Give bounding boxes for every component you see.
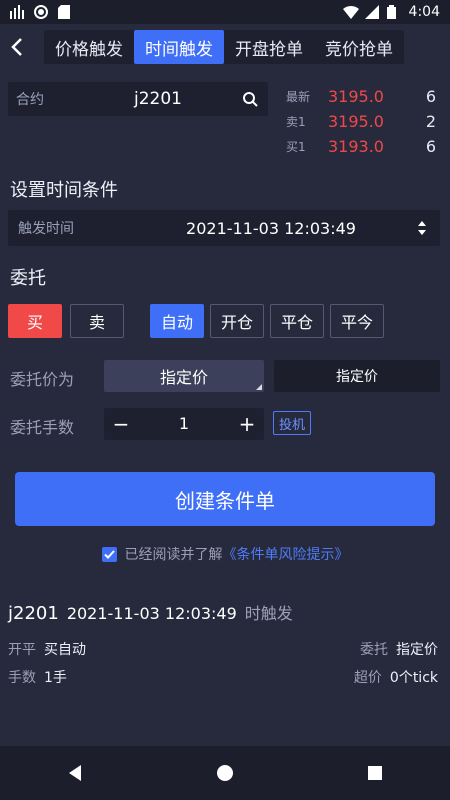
summary-lots: 手数 1手 [8, 667, 67, 687]
quote-price: 3195.0 [328, 112, 384, 131]
tab-price-trigger[interactable]: 价格触发 [44, 30, 134, 64]
plus-button[interactable]: + [230, 408, 264, 440]
quote-label: 最新 [286, 90, 311, 104]
summary-title: j2201 2021-11-03 12:03:49 时触发 [8, 600, 293, 624]
create-condition-order-button[interactable]: 创建条件单 [15, 472, 435, 526]
trigger-tabs: 价格触发 时间触发 开盘抢单 竞价抢单 [44, 30, 404, 64]
battery-icon [386, 5, 401, 19]
quote-price: 3195.0 [328, 87, 384, 106]
wifi-icon [342, 5, 359, 20]
status-time: 4:04 [408, 4, 440, 20]
order-title: 委托 [10, 268, 46, 289]
price-type-select[interactable]: 指定价 [104, 360, 264, 392]
summary-value: 指定价 [396, 642, 438, 658]
recents-square-icon[interactable] [355, 753, 395, 793]
summary-time: 2021-11-03 12:03:49 [66, 604, 237, 623]
sort-updown-icon[interactable] [414, 218, 430, 238]
agreement-checkbox[interactable] [101, 546, 117, 562]
quote-label: 买1 [286, 140, 306, 154]
summary-contract: j2201 [8, 603, 59, 624]
quote-panel: 最新 3195.0 6 卖1 3195.0 2 买1 3193.0 6 [286, 84, 436, 159]
quote-row-ask1: 卖1 3195.0 2 [286, 109, 436, 134]
summary-key: 委托 [360, 642, 388, 658]
summary-open-close: 开平 买自动 [8, 639, 86, 659]
tab-time-trigger[interactable]: 时间触发 [134, 30, 224, 64]
quantity-stepper: − 1 + [104, 408, 264, 440]
contract-input[interactable]: 合约 j2201 [8, 82, 268, 116]
back-arrow-icon[interactable] [0, 24, 34, 70]
risk-notice-link[interactable]: 《条件单风险提示》 [223, 544, 349, 564]
quote-qty: 6 [425, 87, 436, 106]
order-buttons: 买 卖 自动 开仓 平仓 平今 [8, 304, 384, 338]
price-type-label: 委托价为 [10, 370, 75, 389]
buy-button[interactable]: 买 [8, 304, 62, 338]
signal-bars-icon [10, 5, 24, 19]
quote-price: 3193.0 [328, 137, 384, 156]
nav-bar: 价格触发 时间触发 开盘抢单 竞价抢单 [0, 24, 450, 70]
sd-card-icon [58, 5, 72, 19]
summary-value: 1手 [44, 670, 67, 686]
summary-value: 买自动 [44, 642, 86, 658]
trigger-time-label: 触发时间 [18, 221, 74, 237]
sell-button[interactable]: 卖 [70, 304, 124, 338]
back-triangle-icon[interactable] [55, 753, 95, 793]
status-bar: 4:04 [0, 0, 450, 24]
quote-row-bid1: 买1 3193.0 6 [286, 134, 436, 159]
quote-qty: 6 [425, 137, 436, 156]
contract-label: 合约 [16, 92, 44, 108]
trigger-time-value: 2021-11-03 12:03:49 [186, 218, 356, 238]
home-circle-icon[interactable] [205, 753, 245, 793]
summary-key: 手数 [8, 670, 36, 686]
agreement-row: 已经阅读并了解 《条件单风险提示》 [0, 544, 450, 564]
tab-bid-grab[interactable]: 竞价抢单 [314, 30, 404, 64]
trigger-time-picker[interactable]: 触发时间 2021-11-03 12:03:49 [8, 210, 440, 246]
price-type-value[interactable]: 指定价 [274, 360, 440, 392]
summary-entrust: 委托 指定价 [360, 639, 438, 659]
agreement-text: 已经阅读并了解 [124, 547, 223, 563]
summary-suffix: 时触发 [244, 604, 293, 623]
quote-qty: 2 [425, 112, 436, 131]
quote-label: 卖1 [286, 115, 306, 129]
minus-button[interactable]: − [104, 408, 138, 440]
summary-over: 超价 0个tick [354, 667, 438, 687]
mode-open-button[interactable]: 开仓 [210, 304, 264, 338]
mode-close-today-button[interactable]: 平今 [330, 304, 384, 338]
contract-value: j2201 [134, 89, 182, 109]
quantity-input[interactable]: 1 [138, 408, 230, 440]
time-condition-title: 设置时间条件 [10, 180, 118, 201]
summary-key: 开平 [8, 642, 36, 658]
qty-label: 委托手数 [10, 418, 75, 437]
summary-key: 超价 [353, 670, 382, 686]
cell-signal-icon [364, 5, 379, 19]
mode-auto-button[interactable]: 自动 [150, 304, 204, 338]
tab-open-grab[interactable]: 开盘抢单 [224, 30, 314, 64]
mode-close-button[interactable]: 平仓 [270, 304, 324, 338]
circle-icon [34, 5, 48, 19]
summary-value: 0个tick [389, 670, 438, 686]
quote-row-latest: 最新 3195.0 6 [286, 84, 436, 109]
hedge-type-button[interactable]: 投机 [273, 411, 311, 435]
system-nav-bar [0, 746, 450, 800]
search-icon[interactable] [240, 89, 260, 109]
